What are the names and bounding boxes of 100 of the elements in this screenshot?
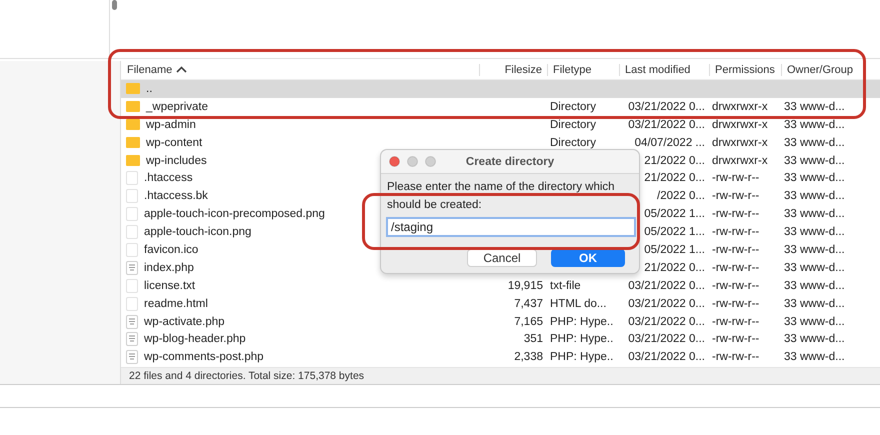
file-name[interactable]: license.txt — [144, 280, 196, 292]
file-name[interactable]: _wpeprivate — [146, 100, 208, 113]
status-text: 22 files and 4 directories. Total size: 175,378 bytes — [129, 370, 364, 382]
table-cell: 33 www-d... — [784, 208, 845, 220]
dialog-title: Create directory — [466, 156, 554, 168]
table-cell: 33 www-d... — [784, 154, 845, 166]
table-cell: 33 www-d... — [784, 244, 845, 256]
table-cell: PHP: Hype.. — [550, 316, 614, 328]
close-button[interactable] — [389, 156, 400, 167]
file-icon — [126, 296, 138, 311]
table-cell: Directory — [550, 136, 596, 149]
table-cell: 03/21/2022 0... — [628, 118, 705, 131]
table-cell: 33 www-d... — [784, 333, 845, 346]
table-cell: txt-file — [550, 280, 581, 292]
zoom-button[interactable] — [425, 156, 436, 167]
folder-icon — [126, 118, 140, 132]
table-cell: 33 www-d... — [784, 298, 845, 310]
file-name[interactable]: apple-touch-icon.png — [144, 226, 252, 238]
column-header[interactable]: Last modified — [625, 64, 690, 76]
file-icon — [126, 189, 138, 204]
directory-name-field[interactable]: /staging — [386, 217, 636, 237]
table-cell: 33 www-d... — [784, 262, 845, 274]
file-name[interactable]: apple-touch-icon-precomposed.png — [144, 208, 325, 220]
table-cell: drwxrwxr-x — [712, 154, 768, 166]
file-icon — [126, 225, 138, 240]
file-name[interactable]: favicon.ico — [144, 244, 198, 256]
folder-icon — [126, 154, 140, 167]
column-header[interactable]: Filename — [127, 64, 172, 76]
table-cell: 33 www-d... — [784, 118, 845, 131]
table-cell: 05/2022 1... — [644, 208, 705, 220]
file-name[interactable]: wp-blog-header.php — [144, 333, 246, 346]
file-icon — [126, 207, 138, 222]
table-cell: 7,437 — [514, 298, 543, 310]
table-cell: -rw-rw-r-- — [712, 316, 760, 328]
table-cell: 03/21/2022 0... — [628, 280, 705, 292]
table-cell: 21/2022 0... — [644, 172, 705, 184]
table-cell: drwxrwxr-x — [712, 118, 768, 131]
script-file-icon — [126, 332, 138, 346]
file-name[interactable]: wp-includes — [146, 154, 207, 166]
table-cell: HTML do... — [550, 298, 606, 310]
file-name[interactable]: index.php — [144, 262, 194, 274]
cancel-button[interactable]: Cancel — [467, 249, 537, 267]
table-cell: 33 www-d... — [784, 172, 845, 184]
minimize-button[interactable] — [407, 156, 418, 167]
folder-icon — [126, 82, 140, 96]
table-cell: -rw-rw-r-- — [712, 298, 760, 310]
table-cell: 33 www-d... — [784, 100, 845, 113]
table-cell: 33 www-d... — [784, 190, 845, 202]
column-header[interactable]: Filesize — [504, 64, 542, 76]
table-cell: 21/2022 0... — [644, 154, 705, 166]
table-cell: /2022 0... — [657, 190, 705, 202]
table-cell: 33 www-d... — [784, 280, 845, 292]
table-cell: -rw-rw-r-- — [712, 351, 760, 364]
table-cell: 03/21/2022 0... — [628, 316, 705, 328]
table-cell: 7,165 — [514, 316, 543, 328]
table-cell: 04/07/2022 ... — [634, 136, 705, 149]
table-cell: 33 www-d... — [784, 136, 845, 149]
table-cell: Directory — [550, 100, 596, 113]
table-cell: -rw-rw-r-- — [712, 226, 760, 238]
table-cell: 19,915 — [508, 280, 543, 292]
table-cell: 351 — [524, 333, 543, 346]
table-cell: 21/2022 0... — [644, 262, 705, 274]
script-file-icon — [126, 314, 138, 329]
table-cell: 2,338 — [514, 351, 543, 364]
table-cell: PHP: Hype.. — [550, 351, 614, 364]
column-header[interactable]: Filetype — [553, 64, 592, 76]
table-cell: 33 www-d... — [784, 351, 845, 364]
file-name[interactable]: .htaccess — [144, 172, 193, 184]
file-name[interactable]: wp-admin — [146, 118, 196, 131]
table-cell: Directory — [550, 118, 596, 131]
table-cell: drwxrwxr-x — [712, 136, 768, 149]
table-cell: drwxrwxr-x — [712, 100, 768, 113]
table-cell: 03/21/2022 0... — [628, 298, 705, 310]
table-cell: 05/2022 1... — [644, 226, 705, 238]
selected-row[interactable]: .. — [121, 80, 880, 98]
file-name[interactable]: .htaccess.bk — [144, 190, 208, 202]
file-icon — [126, 171, 138, 186]
scrollbar-thumb[interactable] — [112, 0, 117, 10]
table-cell: 03/21/2022 0... — [628, 333, 705, 346]
table-cell: -rw-rw-r-- — [712, 208, 760, 220]
table-cell: -rw-rw-r-- — [712, 190, 760, 202]
script-file-icon — [126, 260, 138, 275]
file-name[interactable]: readme.html — [144, 298, 208, 310]
table-cell: 33 www-d... — [784, 226, 845, 238]
table-cell: -rw-rw-r-- — [712, 280, 760, 292]
table-cell: 33 www-d... — [784, 316, 845, 328]
column-header[interactable]: Permissions — [715, 64, 775, 76]
dialog-message: Please enter the name of the directory which should be created: — [387, 180, 616, 213]
file-name[interactable]: wp-content — [146, 136, 202, 149]
table-cell: 05/2022 1... — [644, 244, 705, 256]
folder-icon — [126, 136, 140, 150]
column-header[interactable]: Owner/Group — [787, 64, 854, 76]
folder-icon — [126, 100, 140, 114]
table-cell: 03/21/2022 0... — [628, 100, 705, 113]
file-name[interactable]: wp-activate.php — [144, 316, 225, 328]
ok-button[interactable]: OK — [551, 249, 625, 267]
file-name[interactable]: .. — [146, 82, 152, 95]
table-cell: -rw-rw-r-- — [712, 262, 760, 274]
file-name[interactable]: wp-comments-post.php — [144, 351, 264, 364]
table-cell: -rw-rw-r-- — [712, 333, 760, 346]
